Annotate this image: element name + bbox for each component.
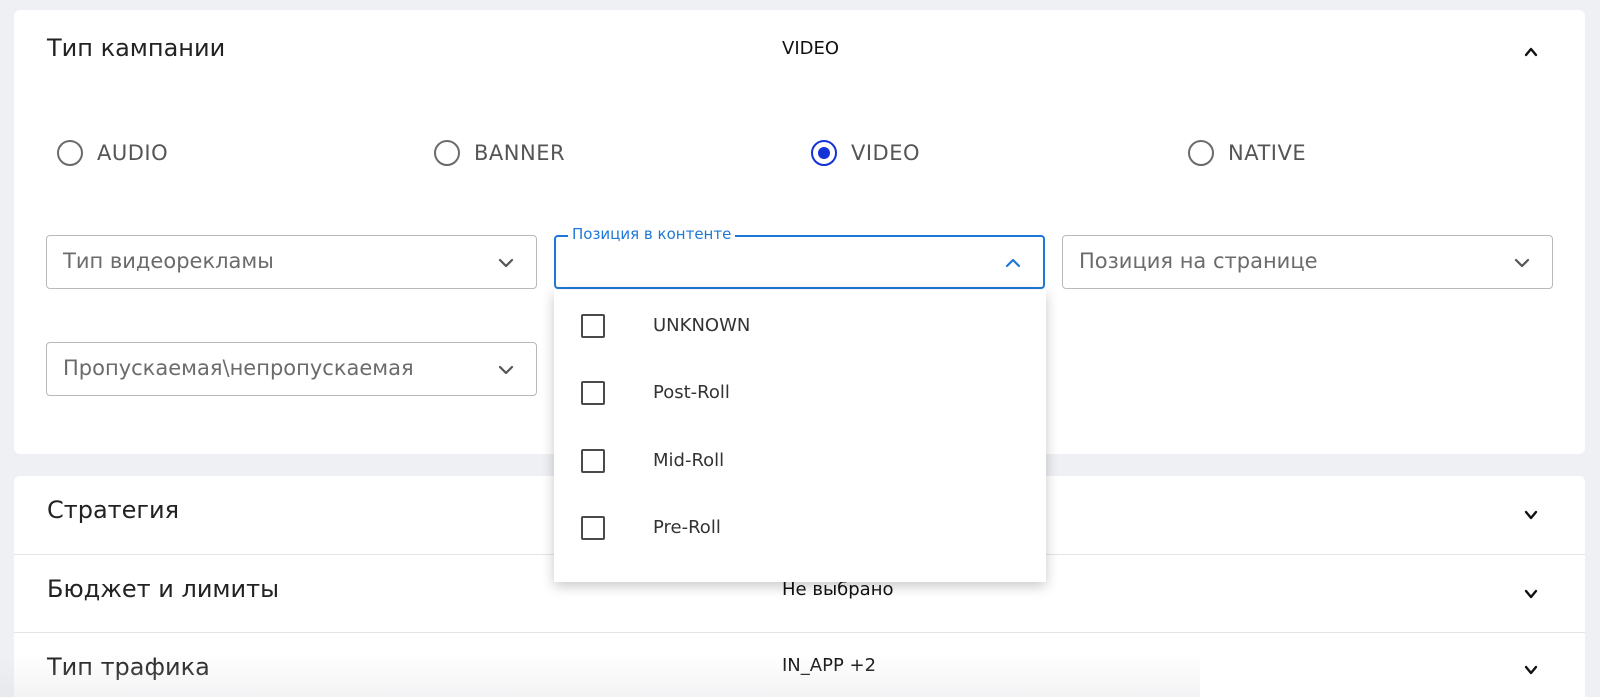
chevron-up-icon[interactable] (1524, 45, 1538, 59)
radio-video[interactable]: VIDEO (811, 133, 920, 173)
chevron-down-icon[interactable] (498, 256, 514, 270)
radio-banner[interactable]: BANNER (434, 133, 565, 173)
page-position-select[interactable]: Позиция на странице (1062, 235, 1553, 289)
option-label: Post-Roll (653, 382, 730, 403)
radio-label-native: NATIVE (1228, 141, 1307, 165)
traffic-section[interactable]: Тип трафика IN_APP +2 (14, 632, 1585, 697)
page-position-placeholder: Позиция на странице (1079, 249, 1318, 273)
radio-audio[interactable]: AUDIO (57, 133, 168, 173)
radio-label-video: VIDEO (851, 141, 921, 165)
radio-circle[interactable] (1188, 140, 1214, 166)
traffic-title: Тип трафика (47, 653, 210, 681)
checkbox[interactable] (581, 515, 605, 540)
option-post-roll[interactable]: Post-Roll (554, 359, 1046, 426)
radio-circle[interactable] (57, 140, 83, 166)
campaign-type-value: VIDEO (782, 38, 840, 59)
traffic-value: IN_APP +2 (782, 655, 877, 676)
chevron-up-icon[interactable] (1005, 256, 1021, 270)
campaign-type-title: Тип кампании (47, 34, 226, 62)
radio-label-audio: AUDIO (97, 141, 169, 165)
chevron-down-icon[interactable] (498, 363, 514, 377)
option-pre-roll[interactable]: Pre-Roll (554, 494, 1046, 561)
option-label: UNKNOWN (653, 315, 751, 336)
strategy-title: Стратегия (47, 496, 180, 524)
chevron-down-icon[interactable] (1524, 508, 1538, 522)
chevron-down-icon[interactable] (1524, 587, 1538, 601)
checkbox[interactable] (581, 380, 605, 405)
radio-circle-checked[interactable] (811, 140, 837, 166)
radio-native[interactable]: NATIVE (1188, 133, 1306, 173)
content-position-label: Позиция в контенте (568, 225, 736, 243)
video-ad-type-select[interactable]: Тип видеорекламы (46, 235, 537, 289)
option-mid-roll[interactable]: Mid-Roll (554, 427, 1046, 494)
content-position-select[interactable]: Позиция в контенте (554, 225, 1045, 289)
content-position-dropdown: UNKNOWN Post-Roll Mid-Roll Pre-Roll (554, 290, 1046, 582)
video-ad-type-placeholder: Тип видеорекламы (63, 249, 274, 273)
option-label: Mid-Roll (653, 450, 725, 471)
option-label: Pre-Roll (653, 517, 721, 538)
budget-value: Не выбрано (782, 579, 894, 600)
radio-circle[interactable] (434, 140, 460, 166)
skippable-placeholder: Пропускаемая\непропускаемая (63, 356, 414, 380)
chevron-down-icon[interactable] (1524, 663, 1538, 677)
skippable-select[interactable]: Пропускаемая\непропускаемая (46, 342, 537, 396)
radio-label-banner: BANNER (474, 141, 566, 165)
chevron-down-icon[interactable] (1514, 256, 1530, 270)
option-unknown[interactable]: UNKNOWN (554, 292, 1046, 359)
checkbox[interactable] (581, 448, 605, 473)
budget-title: Бюджет и лимиты (47, 575, 280, 603)
checkbox[interactable] (581, 313, 605, 338)
